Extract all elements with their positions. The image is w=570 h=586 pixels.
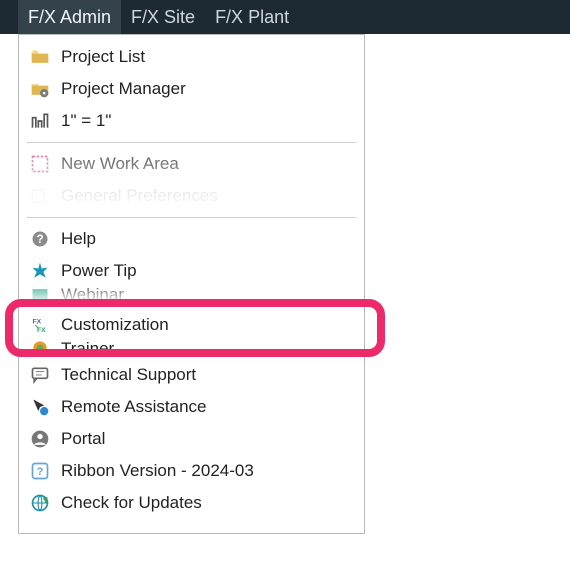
work-area-icon (29, 153, 51, 175)
menu-label: Technical Support (61, 365, 354, 385)
fx-admin-dropdown: Project List Project Manager 1" = 1" New… (18, 34, 365, 534)
menu-item-webinar[interactable]: Webinar (19, 287, 364, 303)
preferences-icon (29, 185, 51, 207)
menu-item-help[interactable]: ? Help (19, 223, 364, 255)
menu-label: Project List (61, 47, 354, 67)
svg-text:FX: FX (33, 319, 42, 326)
menu-label: Trainer (61, 339, 354, 359)
menubar-item-fx-plant[interactable]: F/X Plant (205, 0, 299, 34)
menubar-item-fx-site[interactable]: F/X Site (121, 0, 205, 34)
ribbon-version-icon: ? (29, 460, 51, 482)
menu-label: General Preferences (61, 186, 354, 206)
menu-item-ribbon-version[interactable]: ? Ribbon Version - 2024-03 (19, 455, 364, 487)
menu-item-new-work-area[interactable]: New Work Area (19, 148, 364, 180)
menu-item-project-manager[interactable]: Project Manager (19, 73, 364, 105)
menu-label: Remote Assistance (61, 397, 354, 417)
menu-separator (27, 217, 356, 218)
menu-label: Ribbon Version - 2024-03 (61, 461, 354, 481)
menu-label: Check for Updates (61, 493, 354, 513)
menu-item-general-preferences[interactable]: General Preferences (19, 180, 364, 212)
menubar-label: F/X Site (131, 7, 195, 28)
svg-text:?: ? (36, 233, 43, 246)
menu-label: Portal (61, 429, 354, 449)
menu-label: New Work Area (61, 154, 354, 174)
menu-label: Power Tip (61, 261, 354, 281)
menu-label: 1" = 1" (61, 111, 354, 131)
help-icon: ? (29, 228, 51, 250)
burst-icon (29, 260, 51, 282)
menu-item-remote-assistance[interactable]: Remote Assistance (19, 391, 364, 423)
menu-item-power-tip[interactable]: Power Tip (19, 255, 364, 287)
remote-cursor-icon (29, 396, 51, 418)
menubar-label: F/X Admin (28, 7, 111, 28)
menu-item-portal[interactable]: Portal (19, 423, 364, 455)
menubar: F/X Admin F/X Site F/X Plant (0, 0, 570, 34)
menu-item-project-list[interactable]: Project List (19, 41, 364, 73)
menu-item-check-for-updates[interactable]: Check for Updates (19, 487, 364, 519)
folder-icon (29, 46, 51, 68)
menu-label: Help (61, 229, 354, 249)
menu-item-scale[interactable]: 1" = 1" (19, 105, 364, 137)
menu-label: Customization (61, 315, 354, 335)
scale-icon (29, 110, 51, 132)
menubar-item-fx-admin[interactable]: F/X Admin (18, 0, 121, 34)
menu-item-technical-support[interactable]: Technical Support (19, 359, 364, 391)
fx-customization-icon: FXFX (29, 314, 51, 336)
globe-refresh-icon (29, 492, 51, 514)
support-chat-icon (29, 364, 51, 386)
menu-separator (27, 142, 356, 143)
folder-gear-icon (29, 78, 51, 100)
menu-label: Project Manager (61, 79, 354, 99)
menubar-label: F/X Plant (215, 7, 289, 28)
user-portal-icon (29, 428, 51, 450)
svg-text:?: ? (37, 466, 44, 478)
menu-item-customization[interactable]: FXFX Customization (19, 309, 364, 341)
